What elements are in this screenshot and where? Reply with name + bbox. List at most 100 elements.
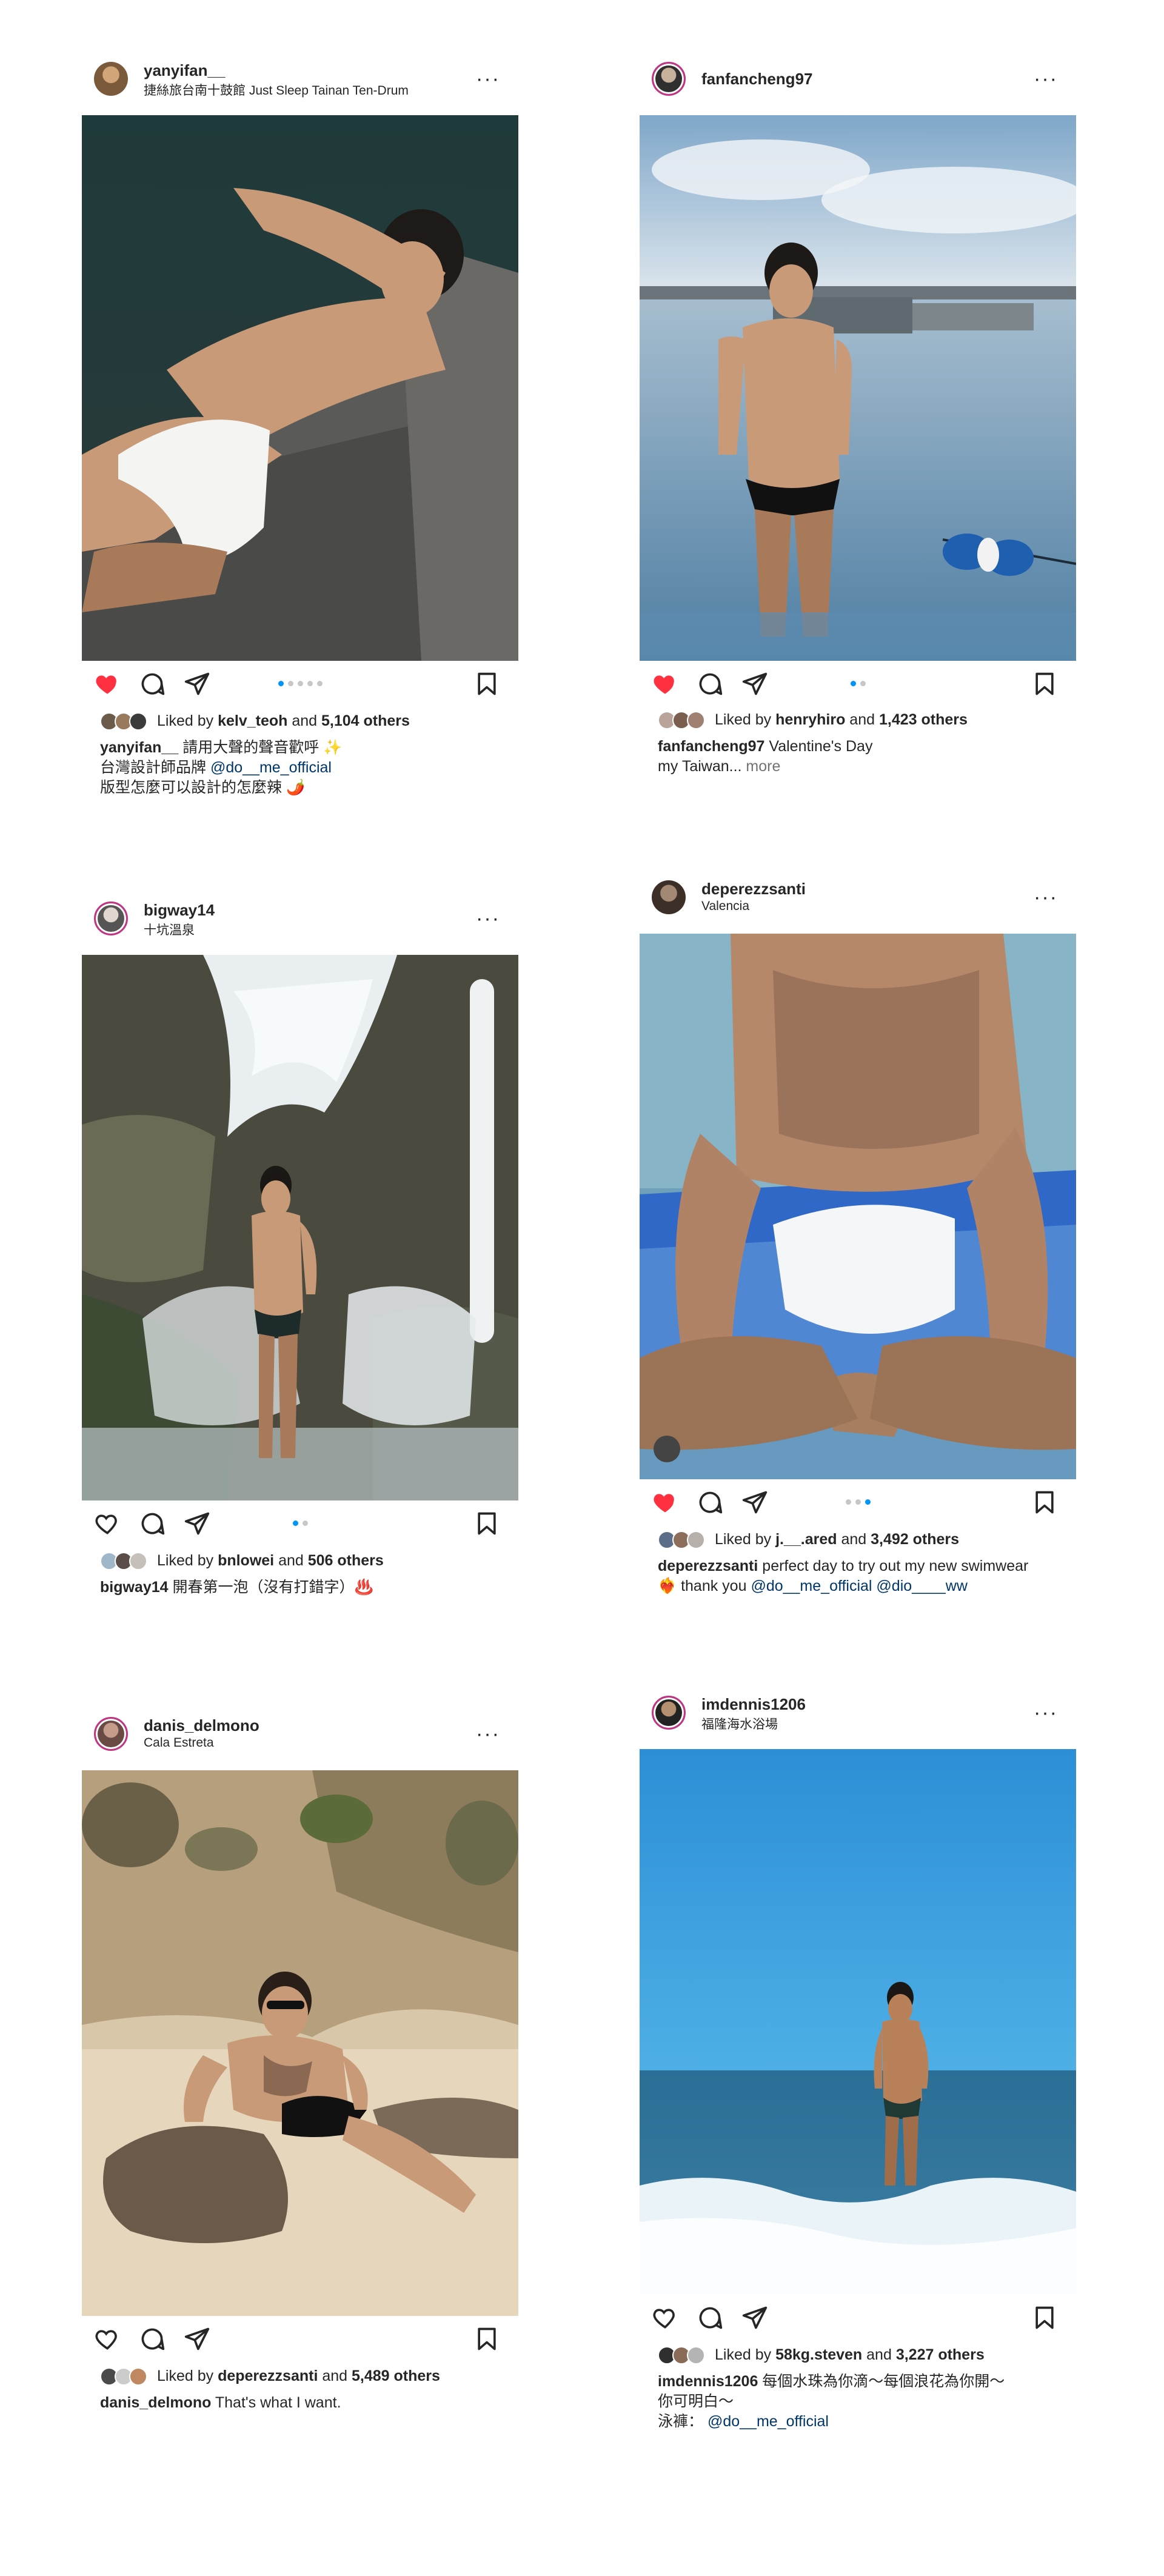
share-icon[interactable] (741, 2304, 768, 2331)
comment-icon[interactable] (697, 2304, 723, 2331)
likes-summary[interactable]: Liked by 58kg.steven and 3,227 others (658, 2346, 985, 2365)
more-options-icon[interactable]: ··· (476, 69, 500, 89)
username-link[interactable]: deperezzsanti (701, 880, 806, 898)
caption-author[interactable]: deperezzsanti (658, 1557, 758, 1574)
location-link[interactable]: 福隆海水浴場 (701, 1715, 778, 1733)
likes-summary[interactable]: Liked by deperezzsanti and 5,489 others (100, 2367, 440, 2386)
bookmark-icon[interactable] (473, 671, 500, 697)
caption-text: 你可明白～ (658, 2393, 734, 2410)
bookmark-icon[interactable] (473, 2326, 500, 2352)
share-icon[interactable] (741, 1489, 768, 1516)
comment-icon[interactable] (139, 671, 166, 697)
post-caption: bigway14 開春第一泡（沒有打錯字）♨️ (100, 1577, 494, 1597)
share-icon[interactable] (184, 2326, 210, 2352)
comment-icon[interactable] (139, 1510, 166, 1537)
username-link[interactable]: bigway14 (144, 901, 215, 920)
caption-author[interactable]: imdennis1206 (658, 2373, 758, 2390)
comment-icon[interactable] (697, 671, 723, 697)
username-link[interactable]: danis_delmono (144, 1716, 259, 1735)
liked-by-user[interactable]: kelv_teoh (218, 712, 287, 729)
liked-by-others[interactable]: 5,104 others (321, 712, 410, 729)
liked-by-and: and (318, 2367, 352, 2384)
comment-icon[interactable] (139, 2326, 166, 2352)
location-link[interactable]: 十坑溫泉 (144, 920, 195, 938)
caption-author[interactable]: yanyifan__ (100, 739, 178, 756)
caption-author[interactable]: fanfancheng97 (658, 738, 764, 755)
heart-filled-icon[interactable] (94, 671, 121, 697)
heart-filled-icon[interactable] (652, 671, 678, 697)
caption-text: 台灣設計師品牌 (100, 759, 210, 776)
bookmark-icon[interactable] (1031, 671, 1058, 697)
likes-summary[interactable]: Liked by kelv_teoh and 5,104 others (100, 712, 410, 731)
likes-summary[interactable]: Liked by bnlowei and 506 others (100, 1552, 384, 1571)
heart-icon[interactable] (652, 2304, 678, 2331)
share-icon[interactable] (184, 1510, 210, 1537)
avatar[interactable] (94, 62, 128, 96)
post-caption: imdennis1206 每個水珠為你滴～每個浪花為你開～ 你可明白～ 泳褲： @d… (658, 2372, 1052, 2432)
username-link[interactable]: imdennis1206 (701, 1695, 806, 1714)
post-photo[interactable] (82, 115, 518, 661)
avatar[interactable] (652, 62, 686, 96)
username-link[interactable]: fanfancheng97 (701, 70, 813, 89)
location-link[interactable]: 捷絲旅台南十鼓館 Just Sleep Tainan Ten-Drum (144, 81, 409, 99)
liked-by-user[interactable]: henryhiro (775, 711, 845, 728)
caption-mention[interactable]: @do__me_official (210, 759, 332, 776)
avatar[interactable] (652, 880, 686, 914)
comment-icon[interactable] (697, 1489, 723, 1516)
location-link[interactable]: Cala Estreta (144, 1736, 214, 1750)
post-header: fanfancheng97 ··· (652, 58, 1064, 100)
caption-more-link[interactable]: more (741, 758, 780, 775)
bookmark-icon[interactable] (473, 1510, 500, 1537)
caption-text: perfect day to try out my new swimwear (758, 1557, 1029, 1574)
avatar[interactable] (94, 902, 128, 935)
carousel-indicator (845, 1499, 871, 1505)
post-photo[interactable] (640, 934, 1076, 1479)
caption-line: 版型怎麼可以設計的怎麼辣 🌶️ (100, 778, 494, 798)
bookmark-icon[interactable] (1031, 2304, 1058, 2331)
liked-by-user[interactable]: deperezzsanti (218, 2367, 318, 2384)
more-options-icon[interactable]: ··· (1034, 1702, 1058, 1723)
carousel-dot (292, 1521, 298, 1526)
liker-avatars (100, 712, 152, 731)
post-photo[interactable] (82, 955, 518, 1500)
likes-summary[interactable]: Liked by j.__.ared and 3,492 others (658, 1531, 959, 1550)
post-header: yanyifan__ 捷絲旅台南十鼓館 Just Sleep Tainan Te… (94, 58, 506, 100)
liked-by-others[interactable]: 1,423 others (879, 711, 968, 728)
post-photo[interactable] (640, 115, 1076, 661)
avatar[interactable] (652, 1696, 686, 1730)
liked-by-user[interactable]: bnlowei (218, 1552, 274, 1569)
more-options-icon[interactable]: ··· (1034, 69, 1058, 89)
liked-by-prefix: Liked by (715, 2346, 776, 2363)
avatar[interactable] (94, 1717, 128, 1751)
liked-by-prefix: Liked by (157, 712, 218, 729)
location-link[interactable]: Valencia (701, 899, 749, 914)
more-options-icon[interactable]: ··· (476, 1724, 500, 1744)
heart-filled-icon[interactable] (652, 1489, 678, 1516)
post-header: imdennis1206 福隆海水浴場 ··· (652, 1691, 1064, 1734)
caption-author[interactable]: bigway14 (100, 1579, 169, 1596)
heart-icon[interactable] (94, 1510, 121, 1537)
liker-avatars (100, 2367, 152, 2386)
likes-summary[interactable]: Liked by henryhiro and 1,423 others (658, 711, 968, 730)
liked-by-others[interactable]: 5,489 others (352, 2367, 440, 2384)
caption-author[interactable]: danis_delmono (100, 2394, 211, 2411)
liked-by-others[interactable]: 506 others (308, 1552, 384, 1569)
share-icon[interactable] (184, 671, 210, 697)
post-photo[interactable] (82, 1770, 518, 2316)
more-options-icon[interactable]: ··· (1034, 887, 1058, 908)
liked-by-user[interactable]: j.__.ared (775, 1531, 837, 1548)
share-icon[interactable] (741, 671, 768, 697)
username-link[interactable]: yanyifan__ (144, 61, 225, 80)
post-photo[interactable] (640, 1749, 1076, 2295)
liked-by-prefix: Liked by (715, 711, 776, 728)
more-options-icon[interactable]: ··· (476, 908, 500, 929)
caption-mention[interactable]: @do__me_official (707, 2413, 829, 2430)
liked-by-others[interactable]: 3,492 others (871, 1531, 959, 1548)
heart-icon[interactable] (94, 2326, 121, 2352)
liked-by-others[interactable]: 3,227 others (896, 2346, 985, 2363)
caption-mention[interactable]: @do__me_official @dio____ww (751, 1577, 967, 1594)
bookmark-icon[interactable] (1031, 1489, 1058, 1516)
carousel-dot (307, 681, 313, 686)
carousel-dot (865, 1499, 871, 1505)
liked-by-user[interactable]: 58kg.steven (775, 2346, 862, 2363)
